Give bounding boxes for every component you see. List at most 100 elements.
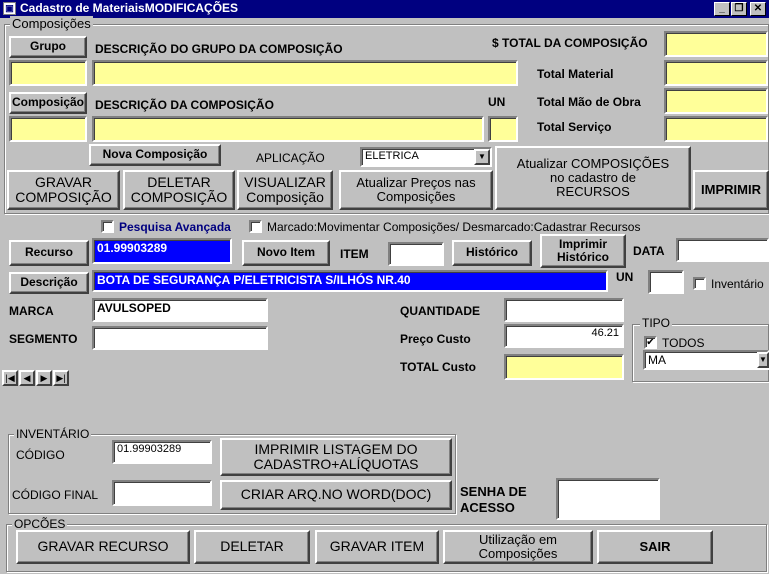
gravar-composicao-line1: GRAVAR: [34, 173, 93, 190]
gravar-item-label: GRAVAR ITEM: [329, 538, 425, 555]
atualizar-precos-line1: Atualizar Preços nas: [356, 174, 476, 190]
restore-button[interactable]: ❐: [731, 2, 747, 16]
utilizacao-composicoes-button[interactable]: Utilização em Composições: [443, 530, 593, 564]
desc-grupo-label: DESCRIÇÃO DO GRUPO DA COMPOSIÇÃO: [95, 42, 343, 56]
utilizacao-line1: Utilização em: [478, 531, 558, 547]
window-title: Cadastro de MateriaisMODIFICAÇÕES: [20, 1, 239, 15]
grupo-code-field[interactable]: [9, 60, 87, 86]
total-material-field[interactable]: [664, 60, 768, 86]
deletar-composicao-button[interactable]: DELETAR COMPOSIÇÃO: [123, 170, 235, 210]
pesquisa-avancada-label: Pesquisa Avançada: [119, 220, 231, 234]
marcado-label: Marcado:Movimentar Composições/ Desmarca…: [267, 220, 641, 234]
first-record-icon[interactable]: |◀: [2, 370, 18, 386]
imprimir-composicao-button[interactable]: IMPRIMIR: [693, 170, 769, 210]
deletar-recurso-label: DELETAR: [220, 538, 284, 555]
recurso-code-field[interactable]: 01.99903289: [92, 238, 232, 264]
prev-record-icon[interactable]: ◀: [19, 370, 35, 386]
recurso-button[interactable]: Recurso: [9, 240, 89, 266]
imprimir-historico-button[interactable]: Imprimir Histórico: [540, 234, 626, 268]
un-composicao-label: UN: [488, 95, 506, 109]
codigo-final-label: CÓDIGO FINAL: [12, 488, 99, 502]
tipo-select-value: MA: [648, 353, 666, 367]
deletar-composicao-line1: DELETAR: [147, 173, 211, 190]
minimize-button[interactable]: _: [714, 2, 730, 16]
todos-label: TODOS: [662, 336, 705, 350]
codigo-final-field[interactable]: [112, 480, 212, 506]
descricao-field[interactable]: BOTA DE SEGURANÇA P/ELETRICISTA S/ILHÓS …: [92, 270, 608, 292]
pesquisa-avancada-checkbox[interactable]: [101, 220, 114, 233]
codigo-field[interactable]: 01.99903289: [112, 440, 212, 464]
composicao-description-field[interactable]: [92, 116, 484, 142]
marca-label: MARCA: [9, 304, 54, 318]
total-mao-obra-label: Total Mão de Obra: [537, 95, 641, 109]
visualizar-composicao-button[interactable]: VISUALIZAR Composição: [237, 170, 333, 210]
nova-composicao-label: Nova Composição: [102, 147, 208, 162]
next-record-icon[interactable]: ▶: [36, 370, 52, 386]
desc-composicao-label: DESCRIÇÃO DA COMPOSIÇÃO: [95, 98, 274, 112]
composicao-button[interactable]: Composição: [9, 92, 87, 114]
last-record-icon[interactable]: ▶|: [53, 370, 69, 386]
descricao-value: BOTA DE SEGURANÇA P/ELETRICISTA S/ILHÓS …: [97, 273, 411, 287]
inventario-check-label: Inventário: [711, 277, 764, 291]
descricao-button[interactable]: Descrição: [9, 272, 89, 294]
novo-item-button[interactable]: Novo Item: [242, 240, 330, 266]
gravar-composicao-button[interactable]: GRAVAR COMPOSIÇÃO: [7, 170, 120, 210]
atualizar-precos-button[interactable]: Atualizar Preços nas Composições: [339, 170, 493, 210]
total-mao-obra-field[interactable]: [664, 88, 768, 114]
atualizar-composicoes-button[interactable]: Atualizar COMPOSIÇÕES no cadastro de REC…: [495, 146, 691, 210]
novo-item-label: Novo Item: [256, 245, 315, 260]
nova-composicao-button[interactable]: Nova Composição: [89, 144, 221, 166]
grupo-description-field[interactable]: [92, 60, 518, 86]
deletar-recurso-button[interactable]: DELETAR: [194, 530, 310, 564]
data-field[interactable]: [676, 238, 769, 262]
codigo-label: CÓDIGO: [16, 448, 65, 462]
aplicacao-label: APLICAÇÃO: [256, 151, 325, 165]
marcado-checkbox[interactable]: [249, 220, 262, 233]
atualizar-precos-line2: Composições: [376, 189, 456, 204]
senha-field[interactable]: [556, 478, 660, 520]
grupo-button-label: Grupo: [30, 39, 66, 54]
grupo-button[interactable]: Grupo: [9, 36, 87, 58]
aplicacao-select[interactable]: ELETRICA: [360, 147, 492, 167]
historico-label: Histórico: [465, 245, 518, 260]
quantidade-label: QUANTIDADE: [400, 304, 480, 318]
criar-arq-word-button[interactable]: CRIAR ARQ.NO WORD(DOC): [220, 480, 452, 510]
tipo-select[interactable]: MA: [643, 350, 769, 370]
total-custo-field[interactable]: [504, 354, 624, 380]
imprimir-composicao-label: IMPRIMIR: [701, 181, 761, 197]
deletar-composicao-line2: COMPOSIÇÃO: [130, 189, 228, 205]
visualizar-composicao-line1: VISUALIZAR: [244, 173, 326, 190]
visualizar-composicao-line2: Composição: [246, 189, 324, 205]
un-recurso-field[interactable]: [648, 270, 684, 294]
atualizar-composicoes-line1: Atualizar COMPOSIÇÕES: [516, 155, 670, 171]
total-servico-field[interactable]: [664, 116, 768, 142]
sair-button[interactable]: SAIR: [597, 530, 713, 564]
todos-checkbox[interactable]: ✔: [644, 336, 657, 349]
quantidade-field[interactable]: [504, 298, 624, 322]
inventario-title: INVENTÁRIO: [14, 427, 92, 441]
segmento-field[interactable]: [92, 326, 268, 350]
descricao-button-label: Descrição: [20, 275, 78, 290]
total-composicao-field[interactable]: [664, 31, 768, 57]
imprimir-listagem-line1: IMPRIMIR LISTAGEM DO: [254, 440, 418, 457]
tipo-title: TIPO: [640, 316, 673, 330]
composicao-code-field[interactable]: [9, 116, 87, 142]
item-label: ITEM: [340, 247, 369, 261]
aplicacao-select-value: ELETRICA: [365, 150, 419, 162]
title-bar: ▣ Cadastro de MateriaisMODIFICAÇÕES _ ❐ …: [0, 0, 769, 18]
inventario-checkbox[interactable]: [693, 277, 706, 290]
gravar-item-button[interactable]: GRAVAR ITEM: [315, 530, 439, 564]
close-button[interactable]: ✕: [750, 2, 766, 16]
composicao-button-label: Composição: [12, 95, 85, 110]
historico-button[interactable]: Histórico: [452, 240, 532, 266]
imprimir-listagem-button[interactable]: IMPRIMIR LISTAGEM DO CADASTRO+ALÍQUOTAS: [220, 438, 452, 476]
item-field[interactable]: [388, 242, 444, 266]
marca-field[interactable]: AVULSOPED: [92, 298, 268, 322]
gravar-recurso-button[interactable]: GRAVAR RECURSO: [16, 530, 190, 564]
preco-custo-field[interactable]: 46.21: [504, 324, 624, 348]
composicoes-group-title: Composições: [10, 16, 93, 31]
composicao-un-field[interactable]: [488, 116, 518, 142]
aplicacao-dropdown-icon[interactable]: ▼: [474, 149, 490, 165]
app-icon: ▣: [3, 2, 16, 15]
tipo-dropdown-icon[interactable]: ▼: [757, 352, 769, 368]
